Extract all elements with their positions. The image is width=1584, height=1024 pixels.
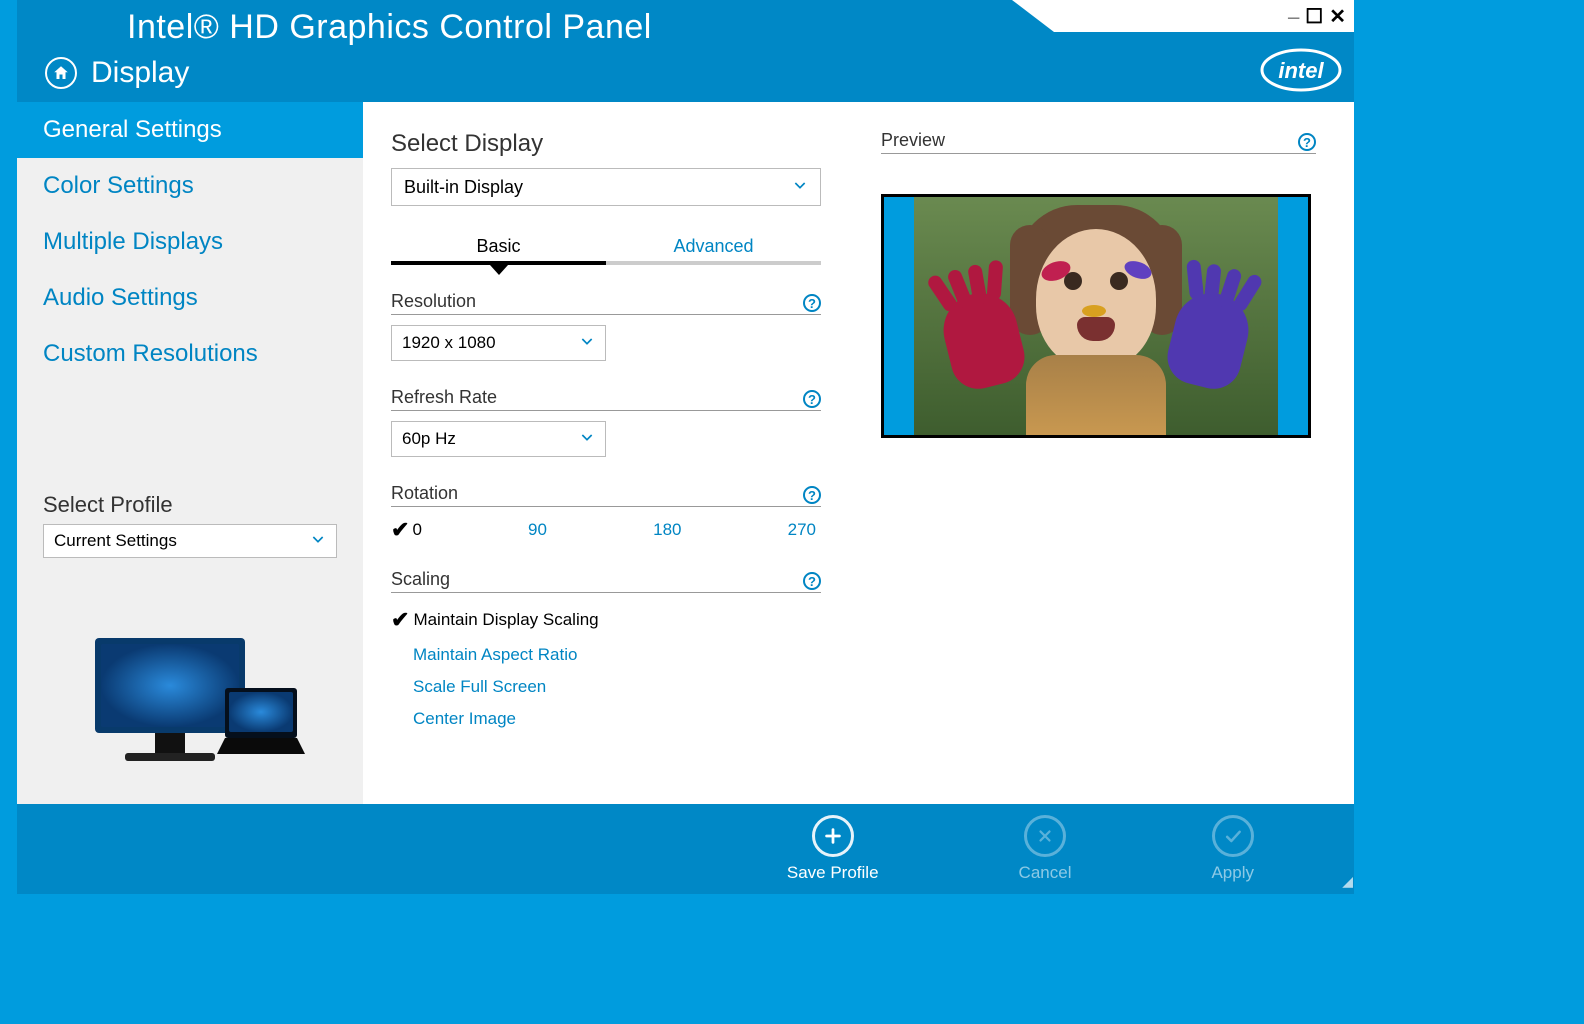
tabs: Basic Advanced <box>391 236 821 265</box>
main-panel: Select Display Built-in Display Basic Ad… <box>363 102 1354 804</box>
refresh-rate-select[interactable]: 60p Hz <box>391 421 606 457</box>
sidebar: General Settings Color Settings Multiple… <box>17 102 363 804</box>
rotation-option-90[interactable]: 90 <box>528 517 547 543</box>
resolution-select[interactable]: 1920 x 1080 <box>391 325 606 361</box>
rotation-option-270[interactable]: 270 <box>788 517 816 543</box>
save-profile-button[interactable]: Save Profile <box>787 815 879 883</box>
sidebar-item-color-settings[interactable]: Color Settings <box>17 158 363 214</box>
sidebar-item-audio-settings[interactable]: Audio Settings <box>17 270 363 326</box>
cancel-button[interactable]: Cancel <box>1019 815 1072 883</box>
titlebar-corner: _ ☐ ✕ <box>1054 0 1354 32</box>
plus-icon <box>822 825 844 847</box>
rotation-option-180[interactable]: 180 <box>653 517 681 543</box>
sidebar-item-custom-resolutions[interactable]: Custom Resolutions <box>17 326 363 382</box>
window-close-button[interactable]: ✕ <box>1329 4 1346 29</box>
rotation-option-0[interactable]: ✔0 <box>391 517 422 543</box>
window-minimize-button[interactable]: _ <box>1288 0 1299 22</box>
preview-image: preview <box>914 197 1278 435</box>
home-button[interactable] <box>45 57 77 89</box>
help-icon[interactable]: ? <box>803 572 821 590</box>
help-icon[interactable]: ? <box>1298 133 1316 151</box>
help-icon[interactable]: ? <box>803 486 821 504</box>
scaling-option-scale-full[interactable]: Scale Full Screen <box>391 671 821 703</box>
close-icon <box>1036 827 1054 845</box>
sidebar-item-multiple-displays[interactable]: Multiple Displays <box>17 214 363 270</box>
display-select[interactable]: Built-in Display <box>391 168 821 206</box>
scaling-option-maintain-display[interactable]: ✔Maintain Display Scaling <box>391 601 821 639</box>
help-icon[interactable]: ? <box>803 390 821 408</box>
select-profile-label: Select Profile <box>43 492 337 518</box>
scaling-option-center-image[interactable]: Center Image <box>391 703 821 735</box>
rotation-label: Rotation <box>391 483 458 504</box>
select-display-label: Select Display <box>391 130 821 158</box>
preview-label: Preview <box>881 130 945 151</box>
check-icon: ✔ <box>391 517 409 543</box>
chevron-down-icon <box>579 429 595 450</box>
titlebar: _ ☐ ✕ Intel® HD Graphics Control Panel D… <box>17 0 1354 102</box>
resize-grip[interactable]: ◢ <box>1342 873 1350 890</box>
app-title: Intel® HD Graphics Control Panel <box>127 8 652 47</box>
profile-select-value: Current Settings <box>54 531 177 551</box>
check-icon: ✔ <box>391 607 409 633</box>
check-icon <box>1223 826 1243 846</box>
monitors-illustration <box>75 628 305 783</box>
preview-box: preview <box>881 194 1311 438</box>
display-select-value: Built-in Display <box>404 177 523 198</box>
window-maximize-button[interactable]: ☐ <box>1305 4 1323 29</box>
tab-basic[interactable]: Basic <box>391 236 606 265</box>
chevron-down-icon <box>579 333 595 354</box>
scaling-option-maintain-aspect[interactable]: Maintain Aspect Ratio <box>391 639 821 671</box>
chevron-down-icon <box>310 531 326 552</box>
resolution-label: Resolution <box>391 291 476 312</box>
app-window: _ ☐ ✕ Intel® HD Graphics Control Panel D… <box>17 0 1354 894</box>
breadcrumb: Display <box>91 56 189 90</box>
footer: Save Profile Cancel Apply ◢ <box>17 804 1354 894</box>
resolution-value: 1920 x 1080 <box>402 333 496 353</box>
svg-text:intel: intel <box>1278 58 1324 83</box>
apply-button[interactable]: Apply <box>1211 815 1254 883</box>
help-icon[interactable]: ? <box>803 294 821 312</box>
tab-advanced[interactable]: Advanced <box>606 236 821 265</box>
scaling-label: Scaling <box>391 569 450 590</box>
intel-logo: intel <box>1260 48 1342 97</box>
sidebar-item-general-settings[interactable]: General Settings <box>17 102 363 158</box>
refresh-rate-label: Refresh Rate <box>391 387 497 408</box>
home-icon <box>52 64 70 82</box>
profile-select[interactable]: Current Settings <box>43 524 337 558</box>
chevron-down-icon <box>792 177 808 198</box>
refresh-rate-value: 60p Hz <box>402 429 456 449</box>
